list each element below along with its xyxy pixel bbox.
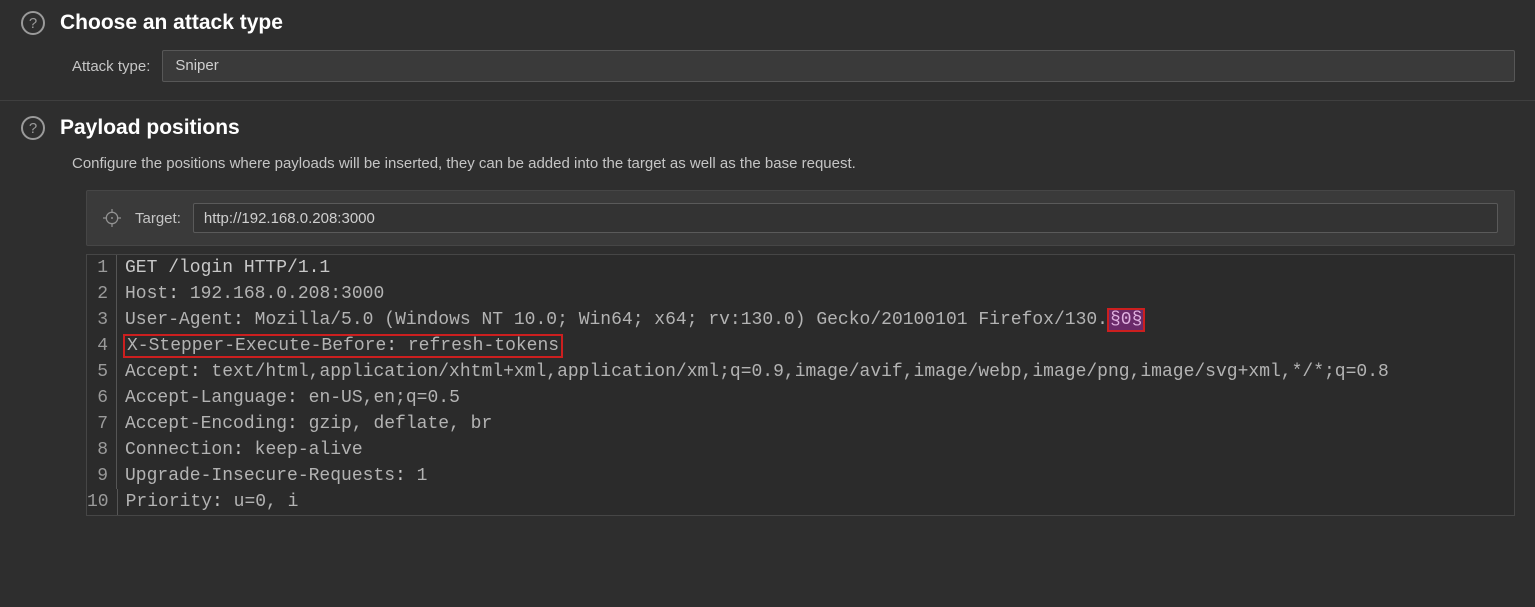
line-content[interactable]: Upgrade-Insecure-Requests: 1 xyxy=(117,463,1514,489)
editor-line[interactable]: 8Connection: keep-alive xyxy=(87,437,1514,463)
payload-positions-body: Configure the positions where payloads w… xyxy=(20,155,1515,516)
target-bar: Target: xyxy=(86,190,1515,246)
line-content[interactable]: Accept: text/html,application/xhtml+xml,… xyxy=(117,359,1514,385)
editor-line[interactable]: 6Accept-Language: en-US,en;q=0.5 xyxy=(87,385,1514,411)
line-number: 3 xyxy=(87,307,117,333)
attack-type-header: ? Choose an attack type xyxy=(20,10,1515,36)
line-number: 5 xyxy=(87,359,117,385)
editor-line[interactable]: 9Upgrade-Insecure-Requests: 1 xyxy=(87,463,1514,489)
line-number: 6 xyxy=(87,385,117,411)
line-number: 8 xyxy=(87,437,117,463)
editor-line[interactable]: 5Accept: text/html,application/xhtml+xml… xyxy=(87,359,1514,385)
payload-positions-header: ? Payload positions xyxy=(20,115,1515,141)
line-content[interactable]: Accept-Encoding: gzip, deflate, br xyxy=(117,411,1514,437)
line-content[interactable]: Host: 192.168.0.208:3000 xyxy=(117,281,1514,307)
payload-marker[interactable]: §0§ xyxy=(1109,310,1143,330)
line-content[interactable]: User-Agent: Mozilla/5.0 (Windows NT 10.0… xyxy=(117,307,1514,333)
payload-positions-title: Payload positions xyxy=(60,116,240,140)
help-icon[interactable]: ? xyxy=(20,115,46,141)
line-content[interactable]: Accept-Language: en-US,en;q=0.5 xyxy=(117,385,1514,411)
svg-text:?: ? xyxy=(29,15,37,32)
line-number: 10 xyxy=(87,489,118,515)
attack-type-row: Attack type: Sniper xyxy=(72,50,1515,82)
editor-line[interactable]: 10Priority: u=0, i xyxy=(87,489,1514,515)
line-number: 1 xyxy=(87,255,117,281)
line-number: 7 xyxy=(87,411,117,437)
attack-type-title: Choose an attack type xyxy=(60,11,283,35)
help-icon[interactable]: ? xyxy=(20,10,46,36)
payload-positions-section: ? Payload positions Configure the positi… xyxy=(0,105,1535,524)
line-content[interactable]: GET /login HTTP/1.1 xyxy=(117,255,1514,281)
attack-type-section: ? Choose an attack type Attack type: Sni… xyxy=(0,0,1535,90)
line-number: 9 xyxy=(87,463,117,489)
request-editor[interactable]: 1GET /login HTTP/1.12Host: 192.168.0.208… xyxy=(86,254,1515,516)
payload-positions-description: Configure the positions where payloads w… xyxy=(72,155,1515,172)
target-label: Target: xyxy=(135,210,181,227)
editor-line[interactable]: 2Host: 192.168.0.208:3000 xyxy=(87,281,1514,307)
line-content[interactable]: X-Stepper-Execute-Before: refresh-tokens xyxy=(117,333,1514,359)
highlight-box: §0§ xyxy=(1107,308,1145,332)
section-divider xyxy=(0,100,1535,101)
line-content[interactable]: Priority: u=0, i xyxy=(118,489,1514,515)
target-input[interactable] xyxy=(193,203,1498,233)
attack-type-select[interactable]: Sniper xyxy=(162,50,1515,82)
editor-line[interactable]: 7Accept-Encoding: gzip, deflate, br xyxy=(87,411,1514,437)
line-content[interactable]: Connection: keep-alive xyxy=(117,437,1514,463)
editor-line[interactable]: 4X-Stepper-Execute-Before: refresh-token… xyxy=(87,333,1514,359)
line-number: 4 xyxy=(87,333,117,359)
editor-line[interactable]: 1GET /login HTTP/1.1 xyxy=(87,255,1514,281)
attack-type-label: Attack type: xyxy=(72,58,150,75)
line-number: 2 xyxy=(87,281,117,307)
highlight-box: X-Stepper-Execute-Before: refresh-tokens xyxy=(123,334,563,358)
target-icon xyxy=(101,207,123,229)
svg-text:?: ? xyxy=(29,120,37,137)
attack-type-body: Attack type: Sniper xyxy=(20,50,1515,82)
editor-line[interactable]: 3User-Agent: Mozilla/5.0 (Windows NT 10.… xyxy=(87,307,1514,333)
